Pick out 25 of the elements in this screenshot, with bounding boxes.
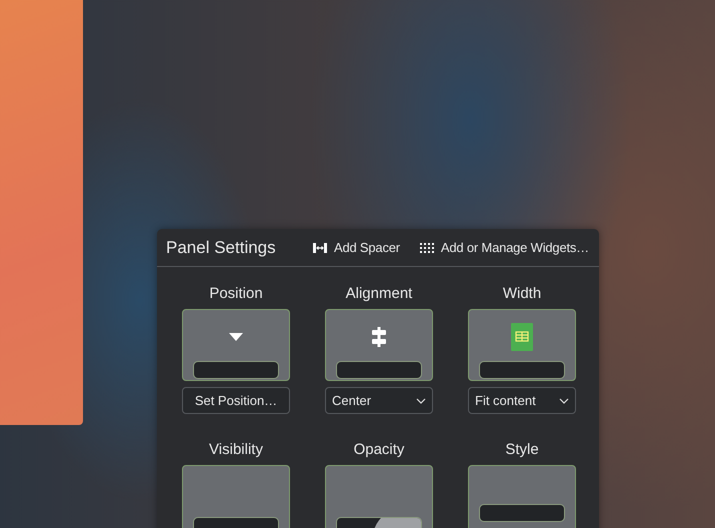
- grid-icon: [420, 242, 434, 252]
- preview-tile[interactable]: [325, 465, 433, 528]
- manage-widgets-button[interactable]: Add or Manage Widgets…: [420, 240, 589, 255]
- chevron-down-icon: [416, 398, 426, 404]
- preview-tile[interactable]: [468, 465, 576, 528]
- window-title: Panel Settings: [166, 238, 277, 258]
- preview-tile[interactable]: [468, 309, 576, 381]
- dropdown[interactable]: Fit content: [468, 387, 576, 414]
- spacer-icon: [312, 242, 327, 252]
- preview-tile[interactable]: [325, 309, 433, 381]
- preview-tile[interactable]: [182, 309, 290, 381]
- setting-label: Opacity: [352, 440, 406, 460]
- chevron-down-icon: [559, 398, 569, 404]
- setting-label: Visibility: [208, 440, 264, 460]
- setting-label: Width: [502, 284, 542, 304]
- preview-tile[interactable]: [182, 465, 290, 528]
- add-spacer-button[interactable]: Add Spacer: [312, 240, 400, 255]
- table-icon: [511, 323, 533, 351]
- setting-label: Alignment: [344, 284, 414, 304]
- caret-icon: [229, 333, 243, 341]
- dropdown[interactable]: Center: [325, 387, 433, 414]
- align-center-icon: [372, 327, 386, 347]
- set-position-button[interactable]: Set Position…: [182, 387, 290, 414]
- setting-label: Style: [504, 440, 540, 460]
- setting-label: Position: [208, 284, 264, 304]
